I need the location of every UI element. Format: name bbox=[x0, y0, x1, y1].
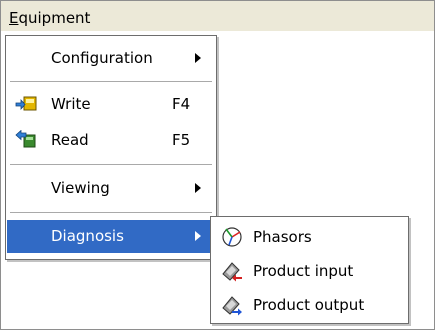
submenu-item-phasors[interactable]: Phasors bbox=[212, 221, 407, 253]
menu-bar: Equipment bbox=[1, 1, 434, 31]
submenu-arrow-icon bbox=[195, 53, 201, 63]
menu-item-label: Configuration bbox=[51, 49, 153, 67]
submenu-item-label: Phasors bbox=[253, 228, 312, 246]
menu-item-label: Read bbox=[51, 131, 89, 149]
menu-separator bbox=[10, 164, 212, 166]
submenu-item-product-output[interactable]: Product output bbox=[212, 289, 407, 321]
menu-item-shortcut: F4 bbox=[172, 95, 191, 113]
write-to-device-icon bbox=[15, 94, 37, 114]
menu-item-diagnosis[interactable]: Diagnosis bbox=[7, 220, 215, 253]
submenu-arrow-icon bbox=[195, 231, 201, 241]
product-output-icon bbox=[220, 294, 244, 316]
menu-item-label: Viewing bbox=[51, 179, 110, 197]
product-input-icon bbox=[220, 260, 244, 282]
submenu-item-label: Product input bbox=[253, 262, 354, 280]
menu-item-configuration[interactable]: Configuration bbox=[7, 42, 215, 75]
submenu-arrow-icon bbox=[195, 183, 201, 193]
submenu-item-label: Product output bbox=[253, 296, 365, 314]
menu-item-shortcut: F5 bbox=[172, 131, 191, 149]
menu-item-write[interactable]: Write F4 bbox=[7, 88, 215, 121]
read-from-device-icon bbox=[15, 130, 37, 150]
submenu-item-product-input[interactable]: Product input bbox=[212, 255, 407, 287]
menu-item-label: Diagnosis bbox=[51, 227, 124, 245]
menu-separator bbox=[10, 81, 212, 83]
menu-equipment[interactable]: Equipment bbox=[7, 7, 92, 29]
menu-equipment-label: quipment bbox=[18, 9, 91, 27]
menu-item-read[interactable]: Read F5 bbox=[7, 124, 215, 157]
menu-item-viewing[interactable]: Viewing bbox=[7, 172, 215, 205]
phasors-icon bbox=[220, 226, 244, 248]
menu-separator bbox=[10, 212, 212, 214]
diagnosis-submenu: Phasors Product input Product output bbox=[210, 216, 409, 324]
menu-item-label: Write bbox=[51, 95, 91, 113]
equipment-dropdown-menu: Configuration Write F4 Read F5 Viewing D… bbox=[5, 35, 217, 260]
